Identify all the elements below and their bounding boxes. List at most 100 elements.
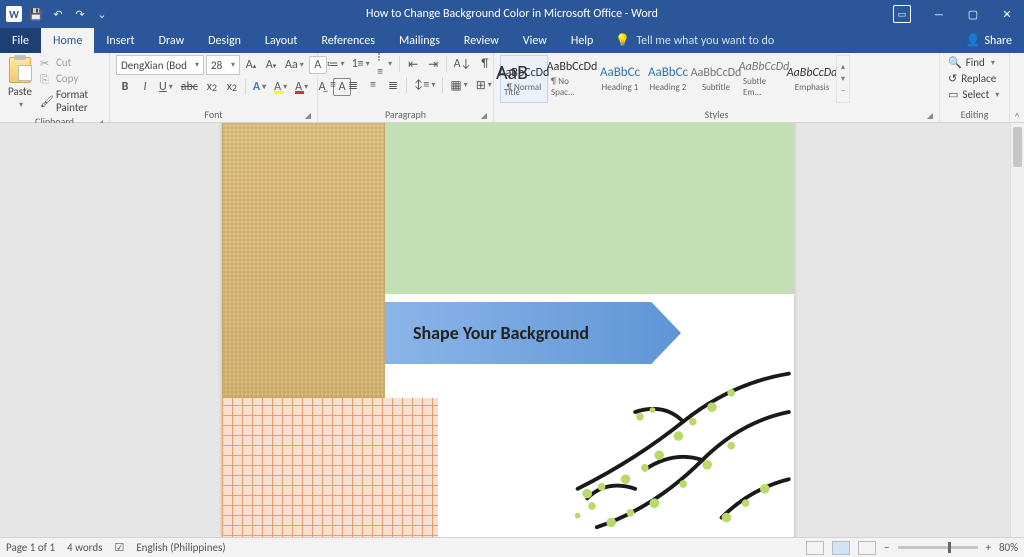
- styles-gallery-more-button[interactable]: ▴▾⎯: [836, 55, 850, 103]
- document-area[interactable]: Shape Your Background: [0, 123, 1010, 537]
- tab-references[interactable]: References: [309, 28, 387, 53]
- copy-icon: ⎘: [40, 73, 52, 85]
- collapse-ribbon-button[interactable]: ^: [1010, 53, 1024, 123]
- vertical-scrollbar[interactable]: [1010, 123, 1024, 537]
- arrow-shape-text: Shape Your Background: [413, 322, 589, 344]
- share-button[interactable]: 👤 Share: [953, 28, 1024, 53]
- image-branches[interactable]: [438, 364, 794, 537]
- bullets-button[interactable]: ≔▾: [324, 55, 347, 73]
- strikethrough-button[interactable]: abc: [178, 78, 201, 96]
- document-page[interactable]: Shape Your Background: [222, 123, 794, 537]
- underline-button[interactable]: U▾: [156, 78, 176, 96]
- decrease-indent-button[interactable]: ⇤: [404, 55, 422, 73]
- style-subtle-emphasis[interactable]: AaBbCcDdSubtle Em...: [740, 55, 788, 103]
- qat-customize-icon[interactable]: ⌄: [94, 6, 110, 22]
- share-icon: 👤: [965, 33, 980, 48]
- tab-review[interactable]: Review: [452, 28, 511, 53]
- italic-button[interactable]: I: [136, 78, 154, 96]
- grow-font-button[interactable]: A▴: [242, 56, 260, 74]
- language-indicator[interactable]: English (Philippines): [136, 541, 225, 554]
- tab-mailings[interactable]: Mailings: [387, 28, 452, 53]
- tell-me-search[interactable]: 💡 Tell me what you want to do: [605, 28, 953, 53]
- tab-draw[interactable]: Draw: [147, 28, 197, 53]
- tab-home[interactable]: Home: [41, 28, 94, 53]
- ribbon-display-icon[interactable]: ▭: [888, 0, 922, 28]
- style-no-spacing[interactable]: AaBbCcDd¶ No Spac...: [548, 55, 596, 103]
- solid-box-green[interactable]: [385, 123, 794, 294]
- subscript-button[interactable]: x2: [203, 78, 221, 96]
- print-layout-button[interactable]: [832, 541, 850, 555]
- ribbon-tabs: File Home Insert Draw Design Layout Refe…: [0, 28, 1024, 53]
- font-color-button[interactable]: A▾: [292, 78, 311, 96]
- increase-indent-button[interactable]: ⇥: [424, 55, 442, 73]
- maximize-button[interactable]: ▢: [956, 0, 990, 28]
- align-left-button[interactable]: ≡: [324, 76, 342, 94]
- search-icon: 🔍: [948, 56, 962, 69]
- zoom-out-button[interactable]: −: [884, 541, 889, 554]
- brush-icon: 🖌: [40, 95, 52, 107]
- tab-insert[interactable]: Insert: [94, 28, 146, 53]
- highlight-button[interactable]: A▾: [271, 78, 290, 96]
- spellcheck-icon[interactable]: ☑: [114, 541, 124, 554]
- word-logo-icon: W: [6, 6, 22, 22]
- read-mode-button[interactable]: [806, 541, 824, 555]
- web-layout-button[interactable]: [858, 541, 876, 555]
- style-heading-2[interactable]: AaBbCcHeading 2: [644, 55, 692, 103]
- scrollbar-thumb[interactable]: [1013, 127, 1022, 167]
- replace-button[interactable]: ↺Replace: [946, 71, 998, 86]
- zoom-slider[interactable]: [898, 546, 978, 549]
- undo-icon[interactable]: ↶: [50, 6, 66, 22]
- numbering-button[interactable]: 1≡▾: [349, 55, 372, 73]
- paste-button[interactable]: Paste ▾: [6, 55, 34, 112]
- style-subtitle[interactable]: AaBbCcDdSubtitle: [692, 55, 740, 103]
- dialog-launcher-icon[interactable]: ◢: [479, 111, 489, 121]
- style-heading-1[interactable]: AaBbCcHeading 1: [596, 55, 644, 103]
- paste-icon: [9, 57, 31, 83]
- title-bar: W 💾 ↶ ↷ ⌄ How to Change Background Color…: [0, 0, 1024, 28]
- tab-file[interactable]: File: [0, 28, 41, 53]
- paste-label: Paste: [8, 85, 32, 98]
- save-icon[interactable]: 💾: [28, 6, 44, 22]
- zoom-slider-knob[interactable]: [948, 542, 951, 553]
- shading-button[interactable]: ▦▾: [447, 76, 470, 94]
- shrink-font-button[interactable]: A▾: [262, 56, 280, 74]
- text-effects-button[interactable]: A▾: [250, 78, 269, 96]
- word-count[interactable]: 4 words: [67, 541, 102, 554]
- format-painter-button[interactable]: 🖌Format Painter: [38, 87, 103, 115]
- select-button[interactable]: ▭Select▾: [946, 87, 1001, 102]
- font-group-label: Font◢: [116, 108, 311, 122]
- close-button[interactable]: ✕: [990, 0, 1024, 28]
- bold-button[interactable]: B: [116, 78, 134, 96]
- page-indicator[interactable]: Page 1 of 1: [6, 541, 55, 554]
- zoom-level[interactable]: 80%: [999, 541, 1018, 554]
- dialog-launcher-icon[interactable]: ◢: [303, 111, 313, 121]
- multilevel-list-button[interactable]: ⁝≡▾: [374, 55, 395, 73]
- dialog-launcher-icon[interactable]: ◢: [925, 111, 935, 121]
- group-styles: AaBbCcDd¶ Normal AaBbCcDd¶ No Spac... Aa…: [494, 53, 940, 122]
- zoom-in-button[interactable]: +: [986, 541, 991, 554]
- align-center-button[interactable]: ≣: [344, 76, 362, 94]
- tab-view[interactable]: View: [511, 28, 559, 53]
- style-emphasis[interactable]: AaBbCcDdEmphasis: [788, 55, 836, 103]
- change-case-button[interactable]: Aa▾: [282, 56, 307, 74]
- superscript-button[interactable]: x2: [223, 78, 241, 96]
- tab-design[interactable]: Design: [196, 28, 253, 53]
- minimize-button[interactable]: —: [922, 0, 956, 28]
- sort-button[interactable]: A↓: [451, 55, 474, 73]
- styles-group-label: Styles◢: [500, 108, 933, 122]
- font-size-combo[interactable]: 28▾: [206, 55, 240, 75]
- arrow-shape[interactable]: Shape Your Background: [385, 302, 681, 364]
- font-name-combo[interactable]: DengXian (Bod▾: [116, 55, 204, 75]
- style-title[interactable]: AaBTitle: [488, 55, 536, 103]
- lightbulb-icon: 💡: [615, 33, 630, 48]
- tab-help[interactable]: Help: [559, 28, 606, 53]
- find-button[interactable]: 🔍Find▾: [946, 55, 997, 70]
- justify-button[interactable]: ≣: [384, 76, 402, 94]
- align-right-button[interactable]: ≡: [364, 76, 382, 94]
- texture-box-grid[interactable]: [222, 398, 438, 537]
- ribbon: Paste ▾ ✂Cut ⎘Copy 🖌Format Painter Clipb…: [0, 53, 1024, 123]
- texture-box-wood[interactable]: [222, 123, 385, 398]
- tab-layout[interactable]: Layout: [253, 28, 310, 53]
- line-spacing-button[interactable]: ↕≡▾: [411, 76, 438, 94]
- redo-icon[interactable]: ↷: [72, 6, 88, 22]
